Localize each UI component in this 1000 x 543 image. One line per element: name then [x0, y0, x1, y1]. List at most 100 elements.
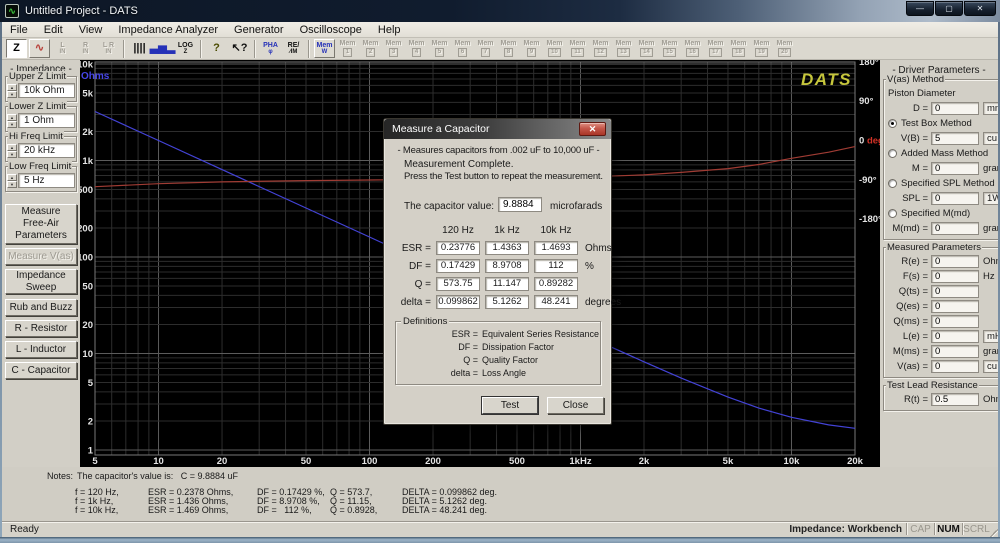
spinner-up-icon[interactable]: ▲ [7, 84, 17, 91]
svg-text:90°: 90° [859, 96, 874, 107]
capacitor-value-unit: microfarads [550, 201, 602, 212]
dialog-button-test[interactable]: Test [482, 397, 538, 414]
resize-grip-icon[interactable] [990, 528, 998, 537]
radio-specified-m-md[interactable] [888, 209, 897, 218]
spinner-down-icon[interactable]: ▼ [7, 181, 17, 188]
spinner-up-icon[interactable]: ▲ [7, 144, 17, 151]
svg-text:0 deg: 0 deg [859, 136, 880, 147]
minimize-button[interactable]: — [906, 1, 934, 16]
limit-value-hi-freq-limit[interactable]: 20 kHz [18, 143, 75, 158]
radio-specified-spl-method[interactable] [888, 179, 897, 188]
toolbar-button-memory-slot-1: Mem1 [337, 39, 358, 58]
table-row-q: Q =573.7511.1470.89282 [392, 277, 617, 291]
value-cell-q-0[interactable]: 573.75 [436, 277, 480, 291]
spinner-down-icon[interactable]: ▼ [7, 121, 17, 128]
limit-label-lower-z-limit: Lower Z Limit [8, 101, 67, 112]
table-header-row: 120 Hz1k Hz10k Hz [392, 223, 617, 237]
field-input-v-b[interactable] [931, 132, 979, 145]
menu-item-edit[interactable]: Edit [36, 24, 71, 36]
svg-text:5k: 5k [82, 89, 93, 100]
field-input-r-e[interactable] [931, 255, 979, 268]
field-label: F(s) = [886, 271, 928, 282]
toolbar-button-spectrum-bars[interactable]: |||| [129, 39, 150, 58]
value-cell-q-2[interactable]: 0.89282 [534, 277, 578, 291]
notes-measurement-cell: f = 10k Hz, [75, 505, 118, 515]
field-input-q-ms[interactable] [931, 315, 979, 328]
spinner-up-icon[interactable]: ▲ [7, 174, 17, 181]
field-input-spl[interactable] [931, 192, 979, 205]
capacitor-value-input[interactable] [498, 197, 542, 212]
field-input-q-ts[interactable] [931, 285, 979, 298]
radio-added-mass-method[interactable] [888, 149, 897, 158]
l-inductor-button[interactable]: L - Inductor [5, 341, 77, 358]
field-label: M(md) = [886, 223, 928, 234]
field-m-md: M(md) =grams [886, 221, 1000, 236]
menu-item-generator[interactable]: Generator [226, 24, 292, 36]
toolbar-button-phase-display[interactable]: PHAφ [260, 39, 281, 58]
menu-item-oscilloscope[interactable]: Oscilloscope [292, 24, 370, 36]
toolbar-button-help-topics[interactable]: ? [206, 39, 227, 58]
svg-text:5: 5 [88, 378, 94, 389]
toolbar-button-log-impedance[interactable]: LOGZ [175, 39, 196, 58]
table-header-120-hz: 120 Hz [436, 225, 480, 236]
value-cell-df-2[interactable]: 112 [534, 259, 578, 273]
field-input-d[interactable] [931, 102, 979, 115]
value-cell-df-0[interactable]: 0.17429 [436, 259, 480, 273]
field-input-r-t[interactable] [931, 393, 979, 406]
window-titlebar: ∿ Untitled Project - DATS —▢✕ [0, 0, 1000, 22]
measure-vas-button: Measure V(as) [5, 248, 77, 265]
field-input-f-s[interactable] [931, 270, 979, 283]
dats-logo: DATS [801, 70, 852, 89]
value-cell-q-1[interactable]: 11.147 [485, 277, 529, 291]
limit-value-low-freq-limit[interactable]: 5 Hz [18, 173, 75, 188]
toolbar-button-real-imaginary[interactable]: RE/∕IM [283, 39, 304, 58]
menu-item-file[interactable]: File [2, 24, 36, 36]
limit-value-lower-z-limit[interactable]: 1 Ohm [18, 113, 75, 128]
limit-value-upper-z-limit[interactable]: 10k Ohm [18, 83, 75, 98]
dialog-titlebar[interactable]: Measure a Capacitor [384, 119, 611, 139]
value-cell-esr-1[interactable]: 1.4363 [485, 241, 529, 255]
spinner-up-icon[interactable]: ▲ [7, 114, 17, 121]
value-cell-delta-0[interactable]: 0.099862 [436, 295, 480, 309]
toolbar-button-bar-display[interactable]: ▃▅▂ [152, 39, 173, 58]
field-input-m-ms[interactable] [931, 345, 979, 358]
spinner-down-icon[interactable]: ▼ [7, 151, 17, 158]
menu-item-impedance-analyzer[interactable]: Impedance Analyzer [110, 24, 226, 36]
svg-text:1kHz: 1kHz [569, 456, 591, 467]
r-resistor-button[interactable]: R - Resistor [5, 320, 77, 337]
field-input-m-md[interactable] [931, 222, 979, 235]
field-label: M(ms) = [886, 346, 928, 357]
value-cell-df-1[interactable]: 8.9708 [485, 259, 529, 273]
toolbar-button-sine-generator[interactable]: ∿ [29, 39, 50, 58]
menu-item-help[interactable]: Help [370, 24, 409, 36]
radio-test-box-method[interactable] [888, 119, 897, 128]
measure-free-air-button[interactable]: MeasureFree-AirParameters [5, 204, 77, 244]
field-label: M = [886, 163, 928, 174]
dialog-button-close[interactable]: Close [547, 397, 604, 414]
toolbar-button-impedance-magnitude[interactable]: Z [6, 39, 27, 58]
driver-parameters-panel: - Driver Parameters - V(as) MethodPiston… [880, 60, 998, 521]
field-r-e: R(e) =Ohms [886, 254, 1000, 269]
field-input-m[interactable] [931, 162, 979, 175]
field-input-v-as[interactable] [931, 360, 979, 373]
impedance-sweep-button[interactable]: ImpedanceSweep [5, 269, 77, 294]
toolbar-button-context-help[interactable]: ↖? [229, 39, 250, 58]
c-capacitor-button[interactable]: C - Capacitor [5, 362, 77, 379]
measurement-status-text: Measurement Complete. [404, 159, 514, 170]
maximize-button[interactable]: ▢ [935, 1, 963, 16]
value-cell-esr-0[interactable]: 0.23776 [436, 241, 480, 255]
value-cell-esr-2[interactable]: 1.4693 [534, 241, 578, 255]
field-input-l-e[interactable] [931, 330, 979, 343]
dialog-close-icon[interactable]: ✕ [579, 122, 606, 136]
row-unit: % [583, 261, 617, 272]
value-cell-delta-1[interactable]: 5.1262 [485, 295, 529, 309]
spinner-down-icon[interactable]: ▼ [7, 91, 17, 98]
value-cell-delta-2[interactable]: 48.241 [534, 295, 578, 309]
window-controls: —▢✕ [905, 1, 996, 16]
field-input-q-es[interactable] [931, 300, 979, 313]
close-button[interactable]: ✕ [964, 1, 996, 16]
toolbar-button-memory-write[interactable]: MemW [314, 39, 335, 58]
rub-and-buzz-button[interactable]: Rub and Buzz [5, 299, 77, 316]
radio-label: Added Mass Method [901, 148, 988, 159]
menu-item-view[interactable]: View [71, 24, 111, 36]
